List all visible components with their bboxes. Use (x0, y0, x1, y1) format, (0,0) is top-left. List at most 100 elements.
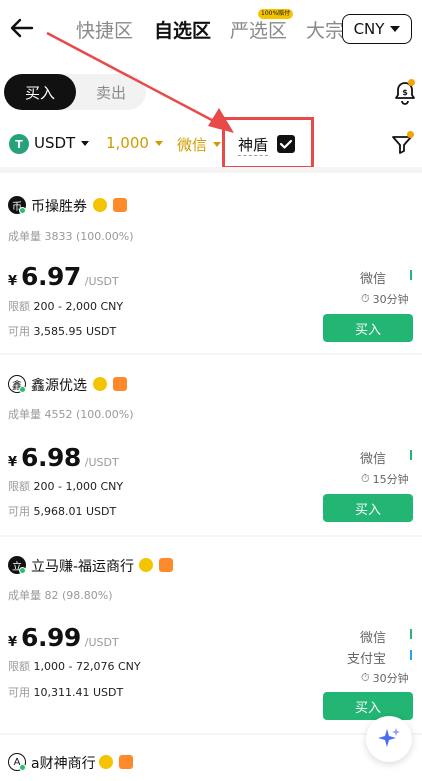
amount-filter[interactable]: 1,000 (106, 134, 163, 152)
price-unit: /USDT (84, 636, 119, 649)
shield-checkbox[interactable] (277, 135, 295, 153)
shield-badge-icon (113, 377, 127, 391)
notification-dot (407, 131, 414, 138)
pay-time-limit: ⏱ 15分钟 (361, 471, 409, 487)
divider (0, 733, 422, 735)
payment-method: 微信 (360, 272, 387, 287)
back-arrow-icon[interactable] (8, 14, 36, 42)
limit-row: 限额 1,000 - 72,076 CNY (8, 658, 141, 674)
available-row: 可用 5,968.01 USDT (8, 503, 116, 519)
shield-badge-icon (119, 755, 133, 769)
price-value: 6.99 (21, 623, 81, 652)
limit-value: 200 - 1,000 CNY (33, 480, 124, 493)
caret-down-icon (81, 140, 90, 146)
svg-text:$: $ (402, 88, 408, 97)
time-value: 30分钟 (372, 672, 409, 685)
verified-badge-icon (99, 755, 113, 769)
alipay-indicator (410, 650, 412, 660)
limit-row: 限额 200 - 2,000 CNY (8, 298, 123, 314)
coin-filter-label: USDT (34, 134, 76, 152)
caret-down-icon (390, 26, 401, 32)
online-status-dot (19, 567, 26, 574)
shield-filter-label: 神盾 (238, 136, 269, 156)
payment-method: 支付宝 (347, 652, 387, 667)
payment-method: 微信 (360, 452, 387, 467)
price-unit: /USDT (84, 456, 119, 469)
currency-selector[interactable]: CNY (342, 14, 412, 44)
orders-label: 成单量 3833 (100.00%) (8, 228, 134, 244)
currency-symbol: ¥ (8, 635, 18, 650)
limit-label: 限额 (8, 660, 30, 673)
merchant-name[interactable]: 立马赚-福运商行 (31, 556, 134, 576)
buy-button[interactable]: 买入 (323, 314, 413, 342)
orders-label: 成单量 82 (98.80%) (8, 587, 113, 603)
buy-sell-toggle: 买入 卖出 (4, 74, 146, 110)
sell-toggle-button[interactable]: 卖出 (76, 74, 146, 110)
buy-toggle-button[interactable]: 买入 (4, 74, 76, 110)
ai-assistant-sparkle-button[interactable] (366, 716, 412, 762)
orders-label-text: 成单量 (8, 589, 41, 602)
verified-badge-icon (93, 198, 107, 212)
tab-quick[interactable]: 快捷区 (76, 16, 133, 43)
buy-button[interactable]: 买入 (323, 692, 413, 720)
shield-badge-icon (159, 558, 173, 572)
wechat-pay-indicator (410, 270, 412, 280)
orders-value: 82 (98.80%) (44, 589, 113, 602)
available-label: 可用 (8, 325, 30, 338)
orders-label: 成单量 4552 (100.00%) (8, 406, 134, 422)
clock-icon: ⏱ (361, 292, 370, 305)
orders-value: 3833 (100.00%) (44, 230, 134, 243)
amount-filter-label: 1,000 (106, 134, 149, 152)
limit-row: 限额 200 - 1,000 CNY (8, 478, 123, 494)
available-value: 10,311.41 USDT (33, 686, 124, 699)
currency-symbol: ¥ (8, 274, 18, 289)
payment-filter-label: 微信 (177, 136, 208, 154)
pay-time-limit: ⏱ 30分钟 (361, 670, 409, 686)
wechat-pay-indicator (410, 629, 412, 639)
price-unit: /USDT (84, 275, 119, 288)
currency-label: CNY (353, 20, 385, 38)
coin-filter[interactable]: USDT (34, 134, 90, 152)
buy-button[interactable]: 买入 (323, 494, 413, 522)
caret-down-icon (154, 140, 163, 146)
tab-bulk[interactable]: 大宗 (306, 16, 342, 43)
time-value: 30分钟 (372, 293, 409, 306)
sparkle-icon (378, 728, 400, 747)
time-value: 15分钟 (372, 473, 409, 486)
verified-badge-icon (139, 558, 153, 572)
limit-label: 限额 (8, 300, 30, 313)
available-label: 可用 (8, 505, 30, 518)
payment-filter[interactable]: 微信 (177, 134, 222, 155)
merchant-name[interactable]: 币操胜券 (31, 196, 87, 216)
online-status-dot (19, 386, 26, 393)
price-block: ¥ 6.98 /USDT (8, 443, 119, 472)
available-label: 可用 (8, 686, 30, 699)
price-block: ¥ 6.99 /USDT (8, 623, 119, 652)
divider (0, 353, 422, 355)
orders-label-text: 成单量 (8, 408, 41, 421)
divider (0, 167, 422, 173)
currency-symbol: ¥ (8, 455, 18, 470)
available-value: 5,968.01 USDT (33, 505, 117, 518)
available-row: 可用 10,311.41 USDT (8, 684, 123, 700)
wechat-pay-indicator (410, 450, 412, 460)
divider (0, 535, 422, 537)
usdt-coin-icon: T (9, 134, 29, 154)
price-block: ¥ 6.97 /USDT (8, 262, 119, 291)
price-value: 6.97 (21, 262, 81, 291)
online-status-dot (19, 764, 26, 771)
limit-label: 限额 (8, 480, 30, 493)
available-row: 可用 3,585.95 USDT (8, 323, 116, 339)
orders-label-text: 成单量 (8, 230, 41, 243)
tab-selected[interactable]: 严选区 (230, 16, 287, 43)
caret-down-icon (213, 142, 222, 147)
tab-custom[interactable]: 自选区 (154, 16, 211, 43)
online-status-dot (19, 207, 26, 214)
notification-dot (408, 79, 415, 86)
clock-icon: ⏱ (361, 671, 370, 684)
merchant-name[interactable]: a财神商行 (31, 753, 96, 773)
clock-icon: ⏱ (361, 472, 370, 485)
price-value: 6.98 (21, 443, 81, 472)
limit-value: 1,000 - 72,076 CNY (33, 660, 141, 673)
merchant-name[interactable]: 鑫源优选 (31, 375, 87, 395)
